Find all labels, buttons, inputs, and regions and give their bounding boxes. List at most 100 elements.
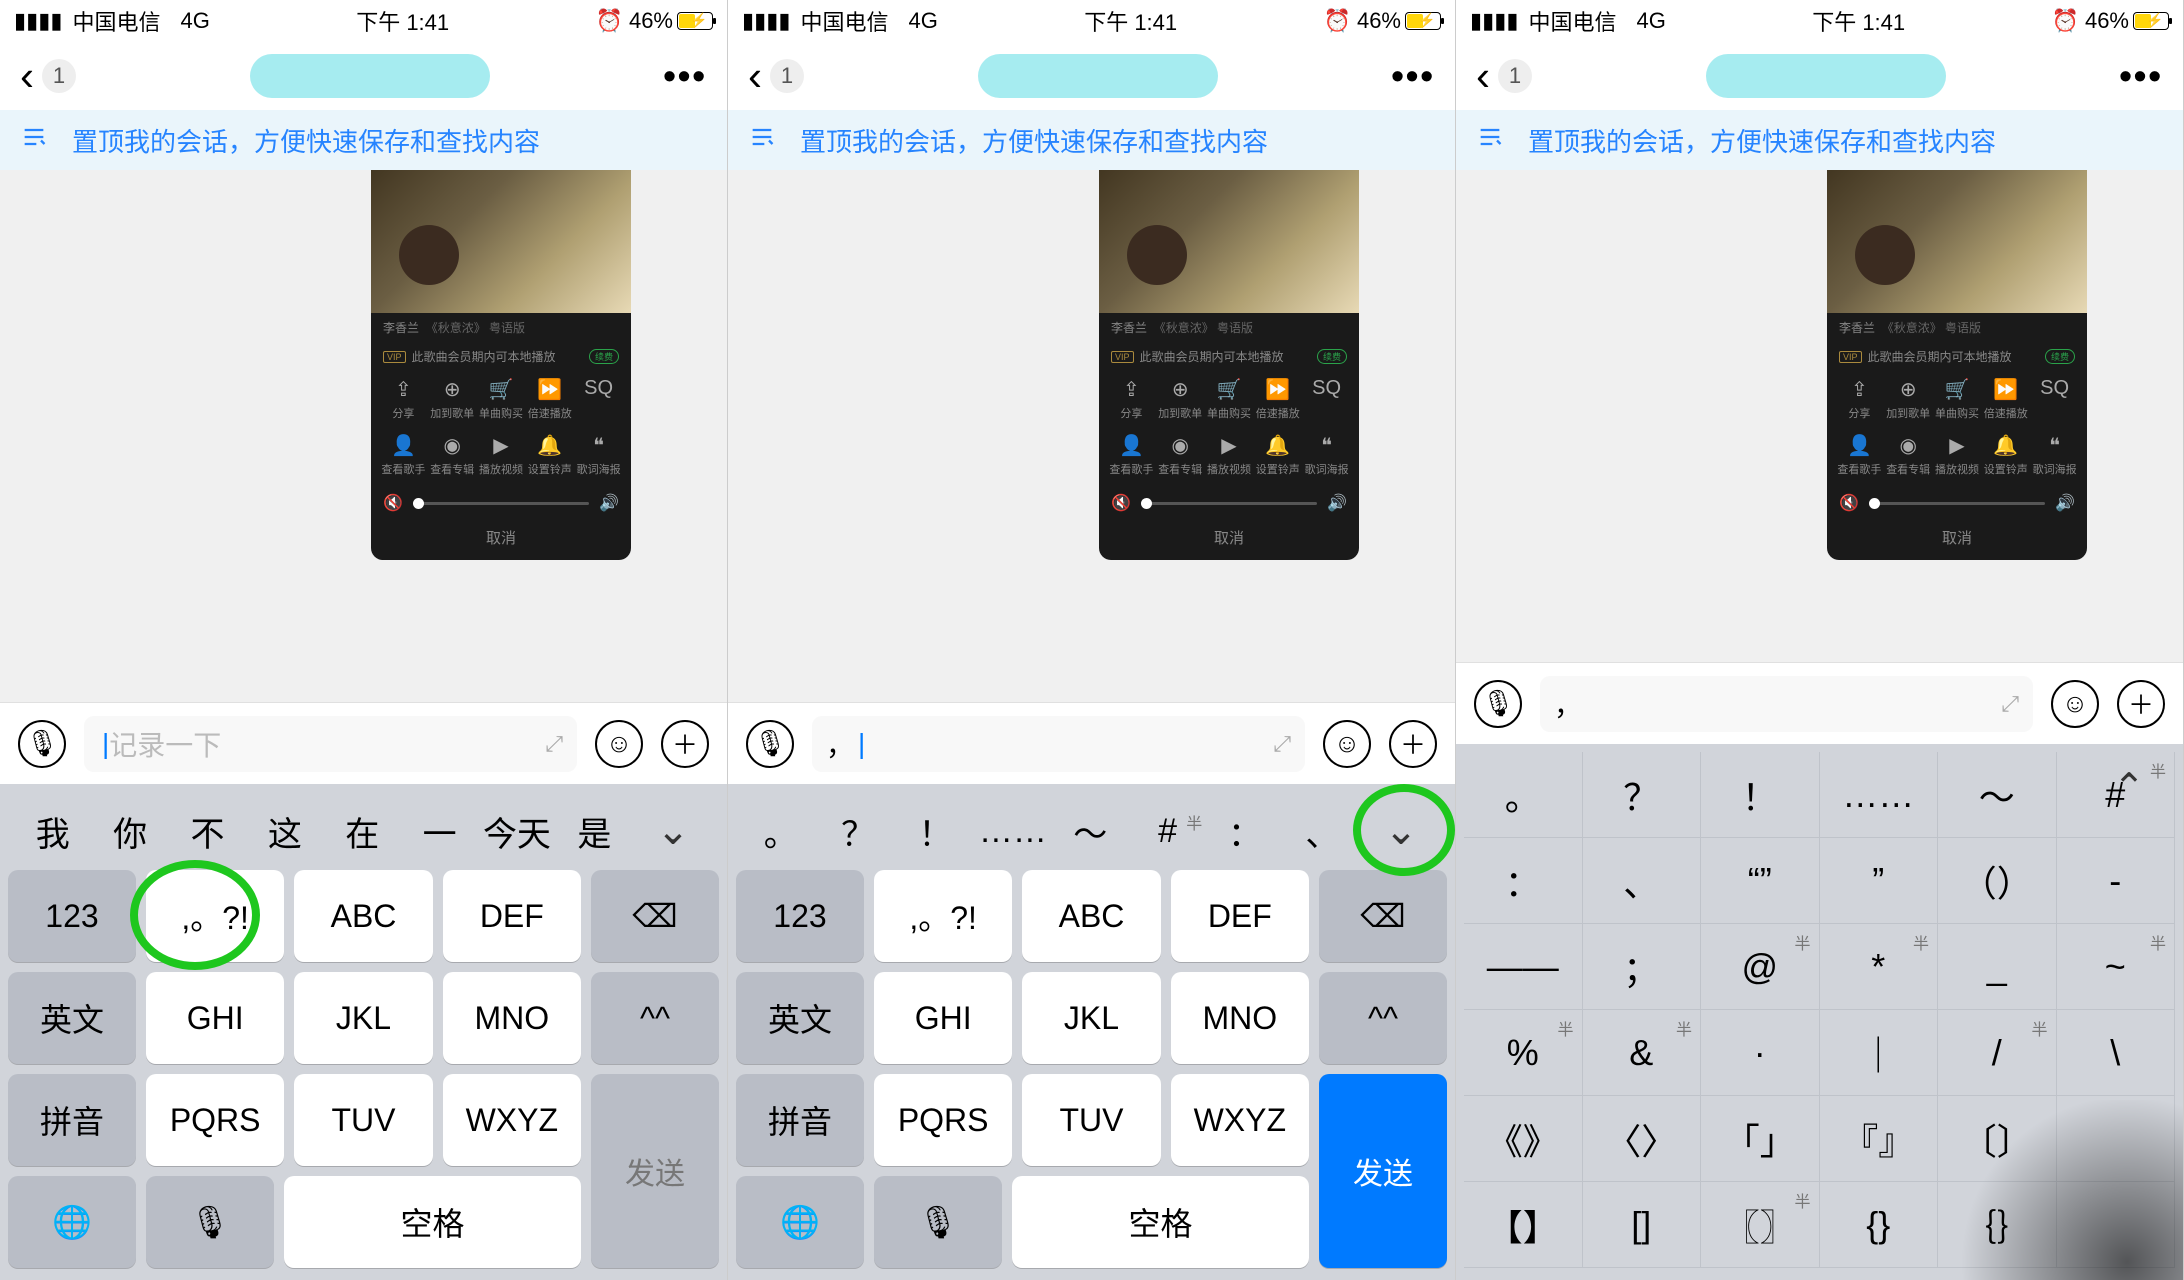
back-button[interactable]: ‹ <box>20 55 34 97</box>
candidate-chevron-down-icon[interactable]: ⌄ <box>1361 808 1441 854</box>
symbol-key[interactable]: 〈〉 <box>1583 1096 1702 1182</box>
message-image-card[interactable]: 李香兰 《秋意浓》 粤语版 VIP此歌曲会员期内可本地播放 续费 ⇪分享 ⊕加到… <box>371 170 631 560</box>
key-def[interactable]: DEF <box>1171 870 1309 962</box>
expand-icon[interactable]: ⤢ <box>1273 731 1291 757</box>
key-symbols[interactable]: ,。?! <box>874 870 1012 962</box>
chat-area[interactable]: 李香兰 《秋意浓》 粤语版 VIP此歌曲会员期内可本地播放 续费 ⇪分享 ⊕加到… <box>0 170 727 702</box>
plus-icon[interactable]: ＋ <box>1389 720 1437 768</box>
key-english[interactable]: 英文 <box>8 972 136 1064</box>
plus-icon[interactable]: ＋ <box>661 720 709 768</box>
key-tuv[interactable]: TUV <box>1022 1074 1160 1166</box>
key-mic[interactable]: 🎙 <box>146 1176 274 1268</box>
emoji-icon[interactable]: ☺ <box>1323 720 1371 768</box>
key-123[interactable]: 123 <box>736 870 864 962</box>
back-button[interactable]: ‹ <box>748 55 762 97</box>
key-globe[interactable]: 🌐 <box>8 1176 136 1268</box>
key-def[interactable]: DEF <box>443 870 581 962</box>
symbol-key[interactable]: %半 <box>1464 1010 1583 1096</box>
candidate-row[interactable]: 。 ？ ！ …… ～ #半 ： 、 ⌄ <box>736 792 1447 870</box>
key-pqrs[interactable]: PQRS <box>146 1074 284 1166</box>
symbol-key[interactable]: ～ <box>1938 752 2057 838</box>
key-ghi[interactable]: GHI <box>874 972 1012 1064</box>
voice-icon[interactable]: 🎙 <box>18 720 66 768</box>
symbol-key[interactable]: &半 <box>1583 1010 1702 1096</box>
symbol-key[interactable]: ” <box>1820 838 1939 924</box>
key-mic[interactable]: 🎙 <box>874 1176 1002 1268</box>
symbol-key[interactable]: ： <box>1464 838 1583 924</box>
key-pqrs[interactable]: PQRS <box>874 1074 1012 1166</box>
symbol-key[interactable]: @半 <box>1701 924 1820 1010</box>
pin-banner[interactable]: 置顶我的会话，方便快速保存和查找内容 <box>728 110 1455 170</box>
symbol-key[interactable]: - <box>2057 838 2176 924</box>
symbol-key[interactable]: ？ <box>1583 752 1702 838</box>
message-image-card[interactable]: 李香兰 《秋意浓》 粤语版 VIP此歌曲会员期内可本地播放续费 ⇪分享 ⊕加到歌… <box>1827 170 2087 560</box>
text-input[interactable]: |记录一下 ⤢ <box>84 716 577 772</box>
key-globe[interactable]: 🌐 <box>736 1176 864 1268</box>
key-wxyz[interactable]: WXYZ <box>443 1074 581 1166</box>
symbol-key[interactable]: 【】 <box>1464 1182 1583 1268</box>
symbol-key[interactable]: ~半 <box>2057 924 2176 1010</box>
symbol-key[interactable]: ｛｝ <box>1938 1182 2057 1268</box>
text-input[interactable]: ，| ⤢ <box>812 716 1305 772</box>
symbol-key[interactable]: 《》 <box>1464 1096 1583 1182</box>
symbol-key[interactable]: 『』 <box>1820 1096 1939 1182</box>
symbol-key[interactable]: —— <box>1464 924 1583 1010</box>
key-123[interactable]: 123 <box>8 870 136 962</box>
symbol-key[interactable]: [] <box>1583 1182 1702 1268</box>
pin-banner[interactable]: 置顶我的会话，方便快速保存和查找内容 <box>0 110 727 170</box>
key-english[interactable]: 英文 <box>736 972 864 1064</box>
symbol-key[interactable]: 、 <box>1583 838 1702 924</box>
key-jkl[interactable]: JKL <box>294 972 432 1064</box>
key-mno[interactable]: MNO <box>443 972 581 1064</box>
symbol-key[interactable]: /半 <box>1938 1010 2057 1096</box>
key-space[interactable]: 空格 <box>284 1176 581 1268</box>
symbol-key[interactable]: {} <box>1820 1182 1939 1268</box>
chat-area[interactable]: 李香兰 《秋意浓》 粤语版 VIP此歌曲会员期内可本地播放续费 ⇪分享 ⊕加到歌… <box>728 170 1455 702</box>
key-symbols[interactable]: ,。?! <box>146 870 284 962</box>
symbol-key[interactable]: “” <box>1701 838 1820 924</box>
key-pinyin[interactable]: 拼音 <box>736 1074 864 1166</box>
symbol-key[interactable] <box>2057 1182 2176 1268</box>
key-mno[interactable]: MNO <box>1171 972 1309 1064</box>
symbol-key[interactable]: 「」 <box>1701 1096 1820 1182</box>
more-button[interactable]: ••• <box>663 55 707 97</box>
symbol-chevron-up-icon[interactable]: ⌃ <box>2089 756 2169 818</box>
symbol-key[interactable]: ｜ <box>1820 1010 1939 1096</box>
message-image-card[interactable]: 李香兰 《秋意浓》 粤语版 VIP此歌曲会员期内可本地播放续费 ⇪分享 ⊕加到歌… <box>1099 170 1359 560</box>
candidate-row[interactable]: 我 你 不 这 在 一 今天 是 ⌄ <box>8 792 719 870</box>
symbol-key[interactable]: （） <box>1938 838 2057 924</box>
symbol-key[interactable]: ！ <box>1701 752 1820 838</box>
plus-icon[interactable]: ＋ <box>2117 680 2165 728</box>
emoji-icon[interactable]: ☺ <box>595 720 643 768</box>
symbol-key[interactable]: 〖〗半 <box>1701 1182 1820 1268</box>
key-delete[interactable]: ⌫ <box>1319 870 1447 962</box>
symbol-key[interactable]: *半 <box>1820 924 1939 1010</box>
symbol-key[interactable] <box>2057 1096 2176 1182</box>
more-button[interactable]: ••• <box>1391 55 1435 97</box>
text-input[interactable]: ， ⤢ <box>1540 676 2033 732</box>
symbol-key[interactable]: · <box>1701 1010 1820 1096</box>
key-send[interactable]: 发送 <box>1319 1074 1447 1268</box>
voice-icon[interactable]: 🎙 <box>1474 680 1522 728</box>
key-wxyz[interactable]: WXYZ <box>1171 1074 1309 1166</box>
emoji-icon[interactable]: ☺ <box>2051 680 2099 728</box>
key-abc[interactable]: ABC <box>294 870 432 962</box>
symbol-key[interactable]: _ <box>1938 924 2057 1010</box>
key-space[interactable]: 空格 <box>1012 1176 1309 1268</box>
voice-icon[interactable]: 🎙 <box>746 720 794 768</box>
key-ghi[interactable]: GHI <box>146 972 284 1064</box>
key-pinyin[interactable]: 拼音 <box>8 1074 136 1166</box>
symbol-key[interactable]: 〔〕 <box>1938 1096 2057 1182</box>
symbol-key[interactable]: \ <box>2057 1010 2176 1096</box>
pin-banner[interactable]: 置顶我的会话，方便快速保存和查找内容 <box>1456 110 2183 170</box>
key-emoticon[interactable]: ^^ <box>591 972 719 1064</box>
key-send[interactable]: 发送 <box>591 1074 719 1268</box>
key-emoticon[interactable]: ^^ <box>1319 972 1447 1064</box>
chat-area[interactable]: 李香兰 《秋意浓》 粤语版 VIP此歌曲会员期内可本地播放续费 ⇪分享 ⊕加到歌… <box>1456 170 2183 662</box>
symbol-key[interactable]: …… <box>1820 752 1939 838</box>
symbol-key[interactable]: 。 <box>1464 752 1583 838</box>
candidate-chevron-down-icon[interactable]: ⌄ <box>633 808 713 854</box>
key-abc[interactable]: ABC <box>1022 870 1160 962</box>
unread-badge[interactable]: 1 <box>42 59 76 93</box>
key-tuv[interactable]: TUV <box>294 1074 432 1166</box>
